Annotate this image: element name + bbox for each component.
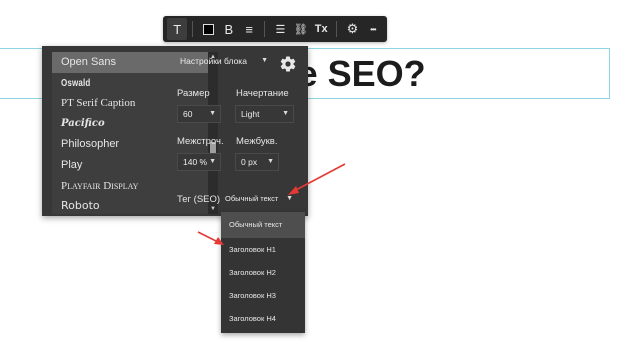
arrow-to-h1-option (197, 231, 224, 245)
annotation-arrows (197, 163, 346, 245)
arrow-to-tag-select (288, 163, 346, 195)
editor-canvas: Что такое SEO? T B ≡ ☰ ⛓ Tx ⚙ ••• Open S… (0, 0, 636, 348)
